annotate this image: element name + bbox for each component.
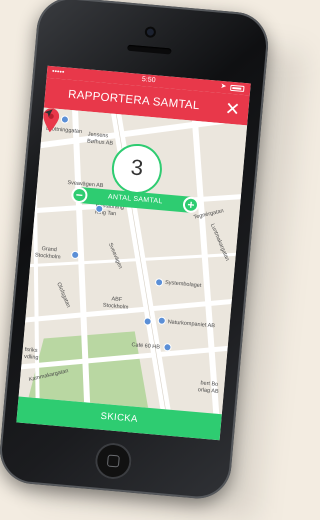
camera-icon — [146, 28, 155, 36]
map-label: vdling — [23, 353, 39, 362]
map-label: fsriks — [24, 346, 38, 354]
home-button[interactable] — [93, 441, 133, 481]
app-screen: ••••• 5:50 ➤ RAPPORTERA SAMTAL ✕ Drottni… — [16, 65, 251, 441]
navigation-arrow-icon[interactable] — [43, 108, 54, 119]
map-view[interactable]: Drottninggatan Jensens Bøfhus AB Sveaväg… — [18, 107, 248, 415]
location-icon: ➤ — [220, 82, 227, 91]
phone-device: ••••• 5:50 ➤ RAPPORTERA SAMTAL ✕ Drottni… — [0, 0, 271, 502]
home-square-icon — [106, 454, 120, 468]
battery-icon — [230, 84, 245, 92]
close-button[interactable]: ✕ — [222, 98, 244, 120]
map-label: ABF — [111, 296, 123, 304]
speaker-grille — [127, 44, 172, 55]
